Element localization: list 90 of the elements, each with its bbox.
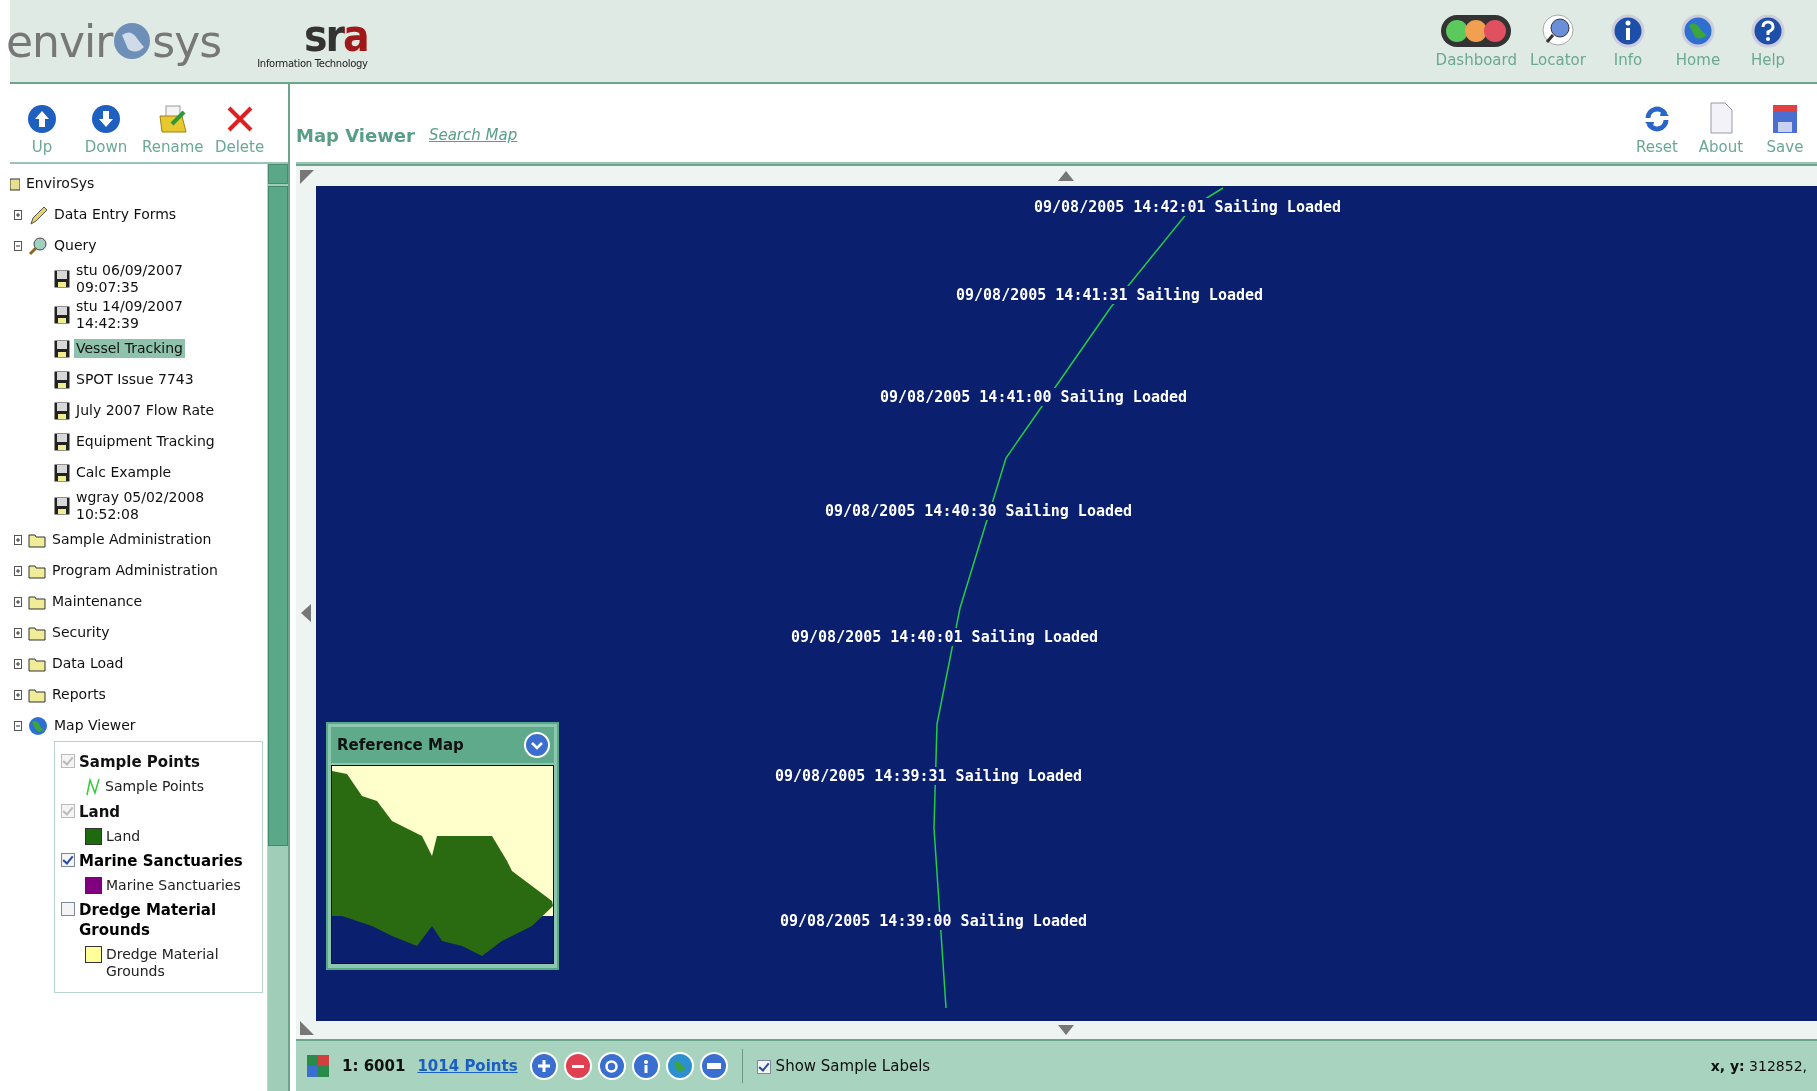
show-labels-checkbox[interactable]: Show Sample Labels: [756, 1057, 931, 1075]
page-title: Map Viewer: [296, 125, 415, 146]
checkbox[interactable]: [756, 1060, 771, 1074]
legend-label: Land: [106, 828, 141, 845]
layer-name: Dredge Material Grounds: [79, 900, 218, 940]
folder-pencil-icon: [157, 104, 188, 134]
folder-icon: [28, 686, 46, 703]
globe-button[interactable]: [665, 1052, 694, 1080]
checkbox[interactable]: [61, 902, 75, 916]
map-label: 09/08/2005 14:41:00 Sailing Loaded: [880, 388, 1188, 406]
legend-label: Sample Points: [105, 778, 204, 795]
expand-toggle-icon[interactable]: [14, 596, 22, 607]
map-label: 09/08/2005 14:41:31 Sailing Loaded: [956, 286, 1264, 304]
coordinates-text: x, y: 312852,: [1710, 1058, 1807, 1074]
info-icon: [643, 1059, 648, 1073]
expand-toggle-icon[interactable]: [14, 689, 22, 700]
brand-text: sys: [152, 15, 222, 67]
folder-icon: [28, 593, 46, 610]
collapse-toggle-icon[interactable]: [14, 720, 22, 731]
collapse-toggle-icon[interactable]: [14, 240, 22, 251]
tree-item[interactable]: Data Load: [50, 654, 126, 673]
layer-name: Sample Points: [79, 752, 201, 772]
points-link[interactable]: 1014 Points: [417, 1057, 518, 1075]
checkbox[interactable]: [61, 853, 75, 867]
tree-item[interactable]: Data Entry Forms: [52, 205, 179, 224]
info-button[interactable]: [631, 1052, 660, 1080]
tree-item[interactable]: Query: [52, 236, 99, 255]
collapse-button-icon[interactable]: [524, 732, 550, 758]
tree-item[interactable]: EnviroSys: [24, 174, 97, 193]
magnifier-icon: [1541, 13, 1575, 49]
help-icon: [1751, 13, 1785, 49]
folder-icon: [28, 655, 46, 672]
tree-item[interactable]: Calc Example: [74, 463, 174, 482]
refresh-icon: [1642, 104, 1672, 134]
folder-icon: [28, 562, 46, 579]
pan-down-arrow[interactable]: [1056, 1023, 1075, 1037]
tree-item[interactable]: Security: [50, 623, 112, 642]
expand-toggle-icon[interactable]: [14, 534, 22, 545]
folder-icon: [10, 176, 20, 191]
map-label: 09/08/2005 14:40:01 Sailing Loaded: [791, 628, 1099, 646]
globe-icon: [1681, 13, 1715, 49]
tree-item[interactable]: Maintenance: [50, 592, 145, 611]
globe-icon: [28, 715, 48, 736]
target-icon: [605, 1059, 619, 1073]
tree-item[interactable]: Program Administration: [50, 561, 220, 580]
plus-icon: [537, 1060, 550, 1072]
globe-icon: [673, 1060, 686, 1072]
target-button[interactable]: [597, 1052, 626, 1080]
pan-up-arrow[interactable]: [1056, 169, 1075, 183]
expand-toggle-icon[interactable]: [14, 565, 22, 576]
zoom-in-button[interactable]: [529, 1052, 558, 1080]
map-label: 09/08/2005 14:39:31 Sailing Loaded: [775, 767, 1083, 785]
map-label: 09/08/2005 14:42:01 Sailing Loaded: [1034, 198, 1342, 216]
tree-item[interactable]: Vessel Tracking: [74, 339, 185, 358]
zoom-out-button[interactable]: [563, 1052, 592, 1080]
magnifier-icon: [28, 235, 48, 256]
tree-item[interactable]: Sample Administration: [50, 530, 214, 549]
layer-name: Land: [79, 802, 121, 822]
pencil-icon: [28, 204, 48, 225]
tree-item[interactable]: stu 14/09/2007 14:42:39: [74, 297, 246, 333]
layer-name: Marine Sanctuaries: [79, 851, 243, 871]
map-label: 09/08/2005 14:39:00 Sailing Loaded: [780, 912, 1088, 930]
legend-label: Dredge Material Grounds: [106, 946, 220, 980]
tree-item[interactable]: Equipment Tracking: [74, 432, 217, 451]
tree-item[interactable]: Map Viewer: [52, 716, 138, 735]
panel-title: Reference Map: [337, 736, 464, 754]
info-icon: [1611, 13, 1645, 49]
folder-icon: [28, 624, 46, 641]
expand-toggle-icon[interactable]: [14, 627, 22, 638]
tree-item[interactable]: wgray 05/02/2008 10:52:08: [74, 488, 246, 524]
folder-icon: [28, 531, 46, 548]
corner-arrow[interactable]: [300, 1021, 314, 1035]
scrollbar[interactable]: [267, 164, 288, 1091]
corner-arrow[interactable]: [300, 170, 314, 184]
document-icon: [1709, 102, 1733, 134]
expand-toggle-icon[interactable]: [14, 658, 22, 669]
map-label: 09/08/2005 14:40:30 Sailing Loaded: [825, 502, 1133, 520]
scale-text: 1: 6001: [342, 1057, 406, 1075]
partner-tagline: Information Technology: [257, 57, 368, 69]
expand-toggle-icon[interactable]: [14, 209, 22, 220]
pan-left-arrow[interactable]: [300, 602, 312, 623]
minus-icon: [571, 1064, 584, 1068]
globe-icon: [112, 21, 153, 61]
brand-text: envir: [6, 15, 113, 67]
traffic-light-icon: [1440, 13, 1513, 49]
tree-item[interactable]: July 2007 Flow Rate: [74, 401, 217, 420]
legend-label: Marine Sanctuaries: [106, 877, 241, 894]
tree-item[interactable]: SPOT Issue 7743: [74, 370, 196, 389]
tree-item[interactable]: Reports: [50, 685, 108, 704]
map-layers-icon[interactable]: [306, 1054, 330, 1078]
